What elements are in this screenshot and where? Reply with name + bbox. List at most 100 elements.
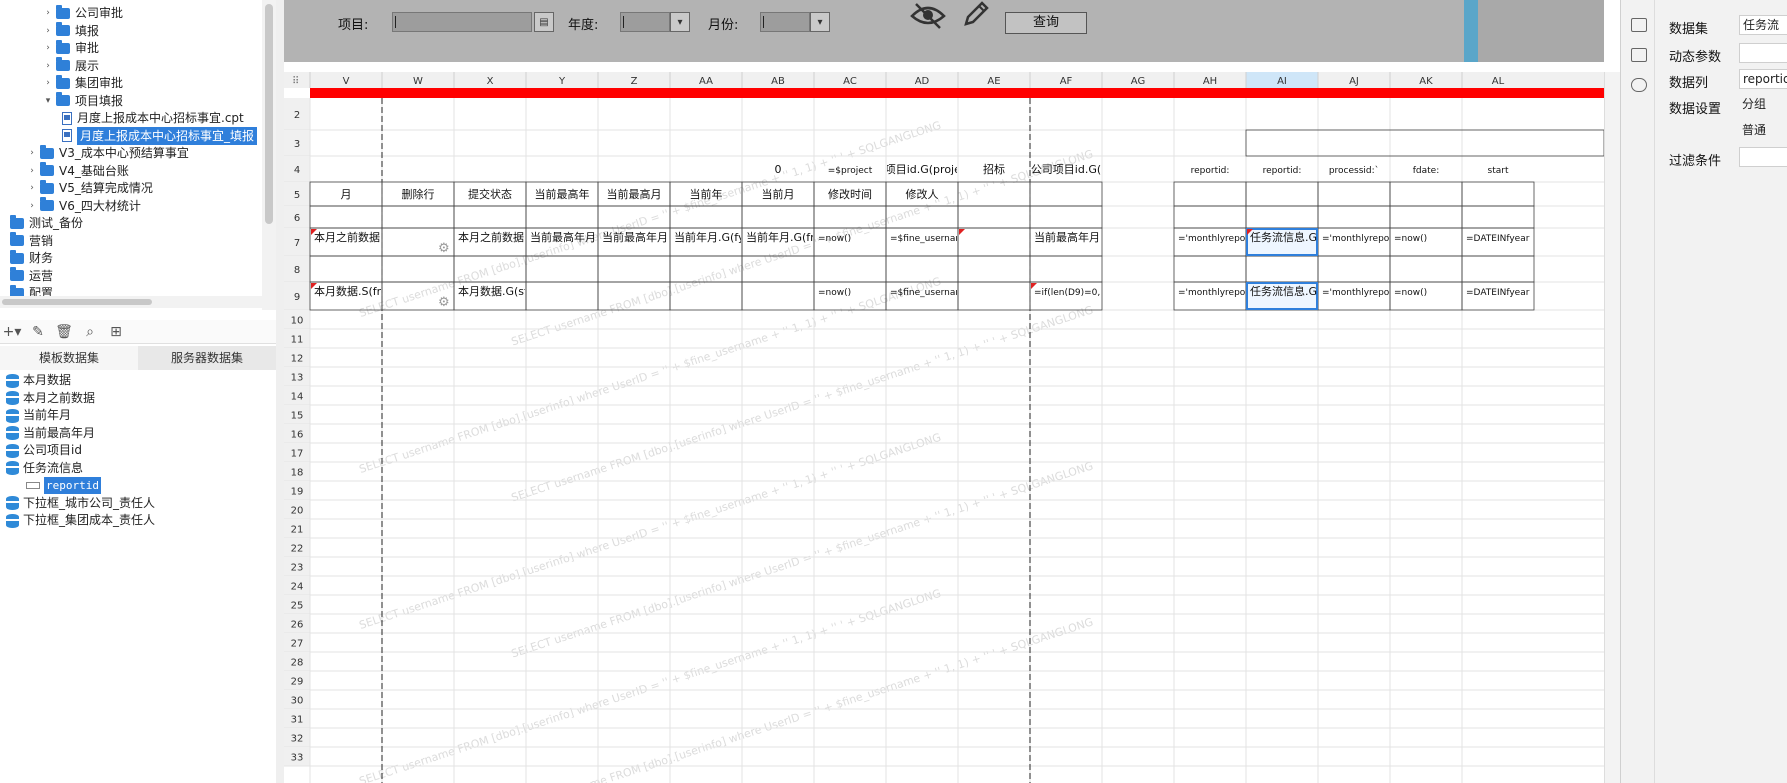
cell-text-AD5[interactable]: 修改人 bbox=[906, 187, 939, 201]
row-number[interactable]: 32 bbox=[291, 734, 304, 745]
cell-text-AL7[interactable]: =DATEINfyear + bbox=[1466, 234, 1540, 244]
project-picker-button[interactable]: ▤ bbox=[534, 12, 554, 32]
chevron-right-icon[interactable]: › bbox=[26, 162, 38, 180]
row-number[interactable]: 18 bbox=[291, 468, 304, 479]
row-number[interactable]: 2 bbox=[294, 110, 300, 121]
tree-folder-item[interactable]: 运营 bbox=[8, 267, 53, 285]
cell-text-AI4[interactable]: reportid: bbox=[1263, 166, 1302, 176]
tree-folder-item[interactable]: › 集团审批 bbox=[42, 74, 123, 92]
column-header-Z[interactable]: Z bbox=[631, 76, 638, 87]
cell-text-AJ9[interactable]: ='monthlyreport'+'MON'+09 bbox=[1322, 288, 1452, 298]
cell-text-AC9[interactable]: =now() bbox=[818, 288, 851, 298]
add-dataset-icon[interactable]: +▾ bbox=[3, 324, 22, 340]
project-input[interactable] bbox=[392, 12, 532, 32]
year-input[interactable] bbox=[620, 12, 670, 32]
cell-text-AL4[interactable]: start bbox=[1488, 166, 1509, 176]
row-number[interactable]: 26 bbox=[291, 620, 304, 631]
row-number[interactable]: 17 bbox=[291, 449, 304, 460]
tree-folder-item[interactable]: › 公司审批 bbox=[42, 4, 123, 22]
tree-folder-item[interactable]: › 填报 bbox=[42, 22, 99, 40]
month-input[interactable] bbox=[760, 12, 810, 32]
property-value-field[interactable]: 任务流 bbox=[1739, 15, 1787, 35]
db-refresh-icon[interactable]: ⊞ bbox=[108, 324, 124, 340]
cell-text-AL9[interactable]: =DATEINfyear + bbox=[1466, 288, 1540, 298]
cell-text-W5[interactable]: 删除行 bbox=[402, 187, 435, 201]
row-number[interactable]: 8 bbox=[294, 265, 300, 276]
cell-text-AB4[interactable]: 0 bbox=[775, 163, 782, 176]
dataset-item[interactable]: 当前最高年月 bbox=[0, 425, 95, 442]
cell-text-V5[interactable]: 月 bbox=[341, 188, 352, 201]
dataset-item[interactable]: 本月数据 bbox=[0, 372, 71, 389]
report-grid[interactable]: SELECT username FROM [dbo].[userinfo] wh… bbox=[284, 72, 1604, 783]
dataset-item[interactable]: 当前年月 bbox=[0, 407, 71, 424]
tree-horizontal-scrollbar[interactable] bbox=[0, 296, 262, 308]
column-header-AC[interactable]: AC bbox=[843, 76, 857, 87]
cell-text-X9[interactable]: 本月数据.G(status) bbox=[458, 284, 556, 298]
cell-text-AJ7[interactable]: ='monthlyreport'+'MON'+07 bbox=[1322, 234, 1452, 244]
row-number[interactable]: 20 bbox=[291, 506, 304, 517]
row-number[interactable]: 11 bbox=[291, 335, 304, 346]
chevron-right-icon[interactable]: › bbox=[42, 39, 54, 57]
edit-icon[interactable]: ✎ bbox=[30, 324, 46, 340]
row-number[interactable]: 29 bbox=[291, 677, 304, 688]
property-value-field[interactable]: 普通 bbox=[1739, 121, 1787, 141]
column-header-X[interactable]: X bbox=[487, 76, 494, 87]
tree-folder-item[interactable]: 测试_备份 bbox=[8, 214, 83, 232]
hyperlink-icon[interactable] bbox=[1631, 78, 1647, 92]
column-header-AL[interactable]: AL bbox=[1492, 76, 1505, 87]
row-number[interactable]: 24 bbox=[291, 582, 304, 593]
column-header-V[interactable]: V bbox=[343, 76, 350, 87]
preview-icon[interactable]: ⌕ bbox=[82, 324, 98, 340]
row-number[interactable]: 6 bbox=[294, 213, 300, 224]
row-number[interactable]: 31 bbox=[291, 715, 304, 726]
cell-text-Y5[interactable]: 当前最高年 bbox=[535, 187, 590, 201]
row-number[interactable]: 33 bbox=[291, 753, 304, 764]
cell-text-AF7[interactable]: 当前最高年月.G( bbox=[1034, 230, 1116, 244]
delete-icon[interactable]: 🗑 bbox=[55, 324, 73, 340]
chevron-right-icon[interactable]: › bbox=[26, 179, 38, 197]
query-button[interactable]: 查询 bbox=[1005, 12, 1087, 34]
month-dropdown-button[interactable]: ▾ bbox=[810, 12, 830, 32]
cell-attribute-icon[interactable] bbox=[1631, 48, 1647, 62]
cell-text-AJ4[interactable]: processid:` bbox=[1329, 165, 1379, 176]
chevron-right-icon[interactable]: › bbox=[42, 22, 54, 40]
tree-folder-item[interactable]: › V3_成本中心预结算事宜 bbox=[26, 144, 189, 162]
row-number[interactable]: 21 bbox=[291, 525, 304, 536]
tree-folder-item[interactable]: ▾ 项目填报 bbox=[42, 92, 123, 110]
dataset-item[interactable]: 公司项目id bbox=[0, 442, 82, 459]
property-value-field[interactable]: 分组 bbox=[1739, 95, 1787, 115]
row-number[interactable]: 7 bbox=[294, 238, 300, 249]
cell-text-AK7[interactable]: =now() bbox=[1394, 234, 1427, 244]
tree-vertical-scrollbar[interactable] bbox=[262, 0, 276, 310]
dataset-column-item[interactable]: reportid bbox=[0, 477, 101, 494]
cell-text-V7[interactable]: 本月之前数据.S(fmonth bbox=[314, 230, 434, 244]
row-number[interactable]: 16 bbox=[291, 430, 304, 441]
column-header-AH[interactable]: AH bbox=[1203, 76, 1217, 87]
row-number[interactable]: 27 bbox=[291, 639, 304, 650]
cell-text-AK4[interactable]: fdate: bbox=[1413, 166, 1440, 176]
chevron-right-icon[interactable]: › bbox=[26, 197, 38, 215]
row-number[interactable]: 3 bbox=[294, 139, 300, 150]
property-value-field[interactable] bbox=[1739, 147, 1787, 167]
tree-file-item[interactable]: 月度上报成本中心招标事宜_填报 bbox=[60, 126, 258, 145]
row-number[interactable]: 15 bbox=[291, 411, 304, 422]
cell-element-icon[interactable] bbox=[1631, 18, 1647, 32]
row-number[interactable]: 14 bbox=[291, 392, 304, 403]
chevron-right-icon[interactable]: › bbox=[42, 4, 54, 22]
cell-text-AE4[interactable]: 招标 bbox=[983, 162, 1005, 176]
grid-vertical-scrollbar[interactable] bbox=[1604, 72, 1620, 783]
tab-template-datasets[interactable]: 模板数据集 bbox=[0, 346, 138, 370]
column-header-AB[interactable]: AB bbox=[771, 76, 785, 87]
row-number[interactable]: 25 bbox=[291, 601, 304, 612]
row-number[interactable]: 19 bbox=[291, 487, 304, 498]
chevron-right-icon[interactable]: › bbox=[42, 57, 54, 75]
hide-eye-icon[interactable] bbox=[908, 0, 948, 30]
tree-file-item[interactable]: 月度上报成本中心招标事宜.cpt bbox=[60, 109, 244, 127]
cell-text-AC5[interactable]: 修改时间 bbox=[828, 187, 872, 201]
cell-text-Z5[interactable]: 当前最高月 bbox=[607, 187, 662, 201]
column-header-AK[interactable]: AK bbox=[1419, 76, 1433, 87]
report-grid-canvas[interactable]: SELECT username FROM [dbo].[userinfo] wh… bbox=[284, 72, 1604, 783]
tab-server-datasets[interactable]: 服务器数据集 bbox=[138, 346, 276, 370]
cell-text-AF4[interactable]: 公司项目id.G( bbox=[1031, 163, 1101, 176]
property-value-field[interactable]: reportid bbox=[1739, 69, 1787, 89]
